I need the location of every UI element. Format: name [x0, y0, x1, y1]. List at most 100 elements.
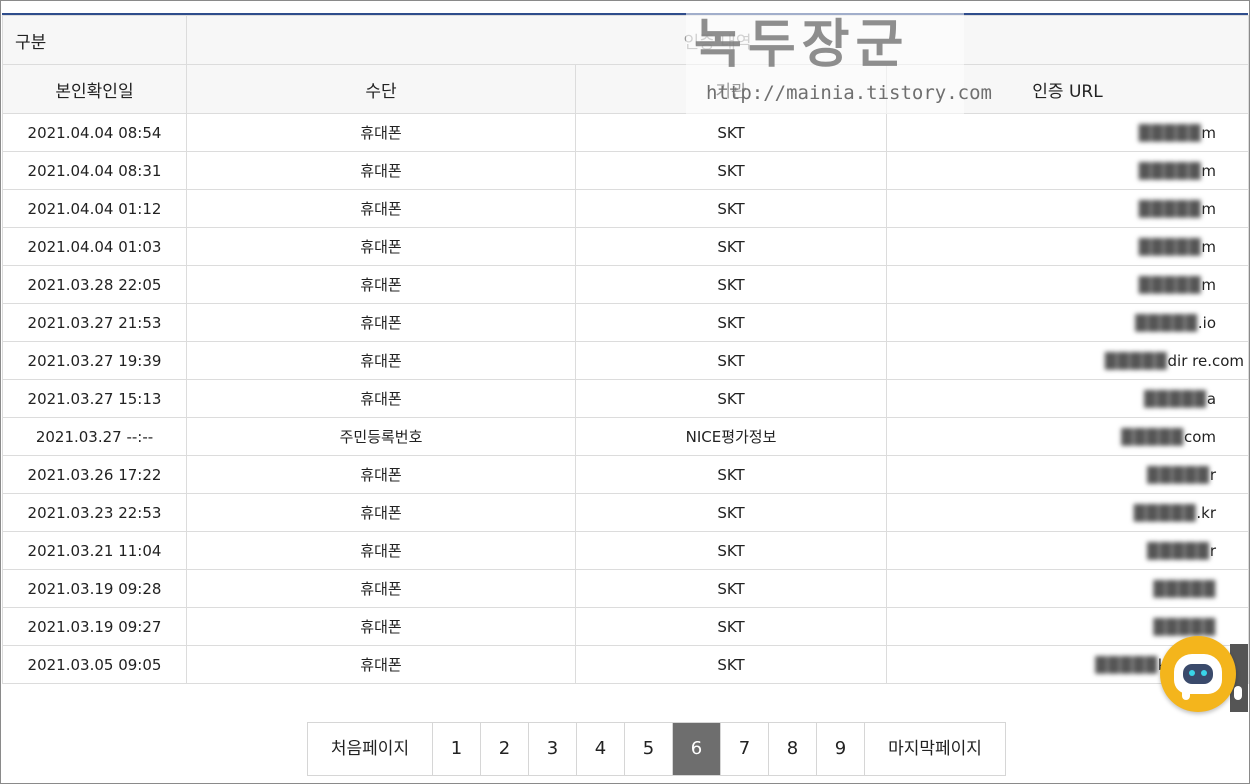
redacted-url-mask: █████ [1138, 275, 1202, 294]
cell-date: 2021.03.27 21:53 [2, 303, 187, 342]
cell-method: 휴대폰 [186, 379, 576, 418]
redacted-url-mask: █████ [1104, 351, 1168, 370]
cell-date: 2021.04.04 01:12 [2, 189, 187, 228]
cell-url: █████.io [885, 303, 1250, 342]
cell-url: █████a [885, 379, 1250, 418]
chatbot-robot-icon [1174, 654, 1242, 700]
cell-agency: SKT [575, 341, 887, 380]
redacted-url-mask: █████ [1153, 617, 1217, 636]
cell-date: 2021.03.27 15:13 [2, 379, 187, 418]
url-visible-part: com [1183, 427, 1217, 446]
page-button-3[interactable]: 3 [529, 723, 577, 775]
table-row: 2021.03.21 11:04 휴대폰 SKT █████r [2, 531, 1250, 570]
redacted-url-mask: █████ [1135, 313, 1198, 332]
table-row: 2021.03.27 15:13 휴대폰 SKT █████a [2, 379, 1250, 418]
redacted-url-mask: █████ [1138, 199, 1202, 218]
cell-date: 2021.03.27 19:39 [2, 341, 187, 380]
category-row: 구분 인증 내역 [2, 15, 1250, 65]
cell-agency: SKT [575, 455, 887, 494]
redacted-url-mask: █████ [1121, 427, 1184, 446]
page-button-6-current[interactable]: 6 [673, 723, 721, 775]
cell-agency: NICE평가정보 [575, 417, 887, 456]
cell-url: █████m [885, 189, 1250, 228]
cell-method: 휴대폰 [186, 645, 576, 684]
cell-method: 휴대폰 [186, 151, 576, 190]
cell-method: 휴대폰 [186, 455, 576, 494]
table-row: 2021.03.26 17:22 휴대폰 SKT █████r [2, 455, 1250, 494]
redacted-url-mask: █████ [1144, 389, 1207, 408]
cell-agency: SKT [575, 645, 887, 684]
cell-agency: SKT [575, 227, 887, 266]
url-visible-part: dir re.com [1167, 351, 1245, 370]
cell-url: █████.kr [885, 493, 1250, 532]
cell-agency: SKT [575, 151, 887, 190]
watermark-title: 녹두장군 [694, 14, 910, 75]
cell-agency: SKT [575, 379, 887, 418]
cell-method: 휴대폰 [186, 227, 576, 266]
url-visible-part: .io [1197, 313, 1217, 332]
page-button-9[interactable]: 9 [817, 723, 865, 775]
cell-url: █████dir re.com [885, 341, 1250, 380]
cell-agency: SKT [575, 607, 887, 646]
page-button-2[interactable]: 2 [481, 723, 529, 775]
page-button-7[interactable]: 7 [721, 723, 769, 775]
page-button-8[interactable]: 8 [769, 723, 817, 775]
table-row: 2021.03.05 09:05휴대폰SKT█████kiwoom [2, 645, 1250, 684]
page-button-1[interactable]: 1 [433, 723, 481, 775]
redacted-url-mask: █████ [1147, 541, 1210, 560]
cell-date: 2021.04.04 01:03 [2, 227, 187, 266]
page-button-5[interactable]: 5 [625, 723, 673, 775]
table-row: 2021.04.04 01:12 휴대폰 SKT █████m [2, 189, 1250, 228]
table-row: 2021.04.04 01:03 휴대폰 SKT █████m [2, 227, 1250, 266]
pagination: 처음페이지 1 2 3 4 5 6 7 8 9 마지막페이지 [307, 722, 1006, 776]
url-visible-part: a [1206, 389, 1217, 408]
category-label: 구분 [2, 15, 187, 65]
cell-method: 주민등록번호 [186, 417, 576, 456]
first-page-button[interactable]: 처음페이지 [308, 723, 433, 775]
page-button-4[interactable]: 4 [577, 723, 625, 775]
redacted-url-mask: █████ [1095, 655, 1158, 674]
cell-agency: SKT [575, 569, 887, 608]
cell-url: █████m [885, 113, 1250, 152]
redacted-url-mask: █████ [1147, 465, 1210, 484]
auth-history-table: 구분 인증 내역 본인확인일 수단 기관 인증 URL 2021.04.04 0… [2, 15, 1250, 684]
redacted-url-mask: █████ [1138, 161, 1202, 180]
table-row: 2021.04.04 08:54 휴대폰 SKT █████m [2, 113, 1250, 152]
column-header-method: 수단 [186, 64, 576, 114]
chatbot-button[interactable] [1160, 636, 1242, 712]
cell-url: █████ [885, 569, 1250, 608]
table-row: 2021.03.19 09:27 휴대폰 SKT █████ [2, 607, 1250, 646]
cell-method: 휴대폰 [186, 493, 576, 532]
cell-url: █████m [885, 265, 1250, 304]
cell-method: 휴대폰 [186, 189, 576, 228]
cell-agency: SKT [575, 303, 887, 342]
cell-date: 2021.03.26 17:22 [2, 455, 187, 494]
url-visible-part: r [1209, 541, 1217, 560]
redacted-url-mask: █████ [1138, 123, 1202, 142]
cell-date: 2021.03.05 09:05 [2, 645, 187, 684]
table-row: 2021.03.23 22:53 휴대폰 SKT █████.kr [2, 493, 1250, 532]
cell-url: █████r [885, 531, 1250, 570]
cell-url: █████com [885, 417, 1250, 456]
column-header-date: 본인확인일 [2, 64, 187, 114]
column-header-row: 본인확인일 수단 기관 인증 URL [2, 64, 1250, 114]
url-visible-part: m [1201, 161, 1217, 180]
cell-agency: SKT [575, 189, 887, 228]
cell-method: 휴대폰 [186, 569, 576, 608]
cell-method: 휴대폰 [186, 607, 576, 646]
cell-agency: SKT [575, 265, 887, 304]
redacted-url-mask: █████ [1153, 579, 1217, 598]
cell-url: █████m [885, 227, 1250, 266]
table-row: 2021.03.27 21:53 휴대폰 SKT █████.io [2, 303, 1250, 342]
cell-method: 휴대폰 [186, 265, 576, 304]
cell-date: 2021.03.23 22:53 [2, 493, 187, 532]
table-row: 2021.04.04 08:31 휴대폰 SKT █████m [2, 151, 1250, 190]
cell-date: 2021.04.04 08:54 [2, 113, 187, 152]
cell-agency: SKT [575, 493, 887, 532]
last-page-button[interactable]: 마지막페이지 [865, 723, 1005, 775]
watermark-url: http://mainia.tistory.com [706, 82, 992, 104]
cell-agency: SKT [575, 531, 887, 570]
url-visible-part: .kr [1196, 503, 1217, 522]
table-row: 2021.03.19 09:28 휴대폰 SKT █████ [2, 569, 1250, 608]
cell-agency: SKT [575, 113, 887, 152]
